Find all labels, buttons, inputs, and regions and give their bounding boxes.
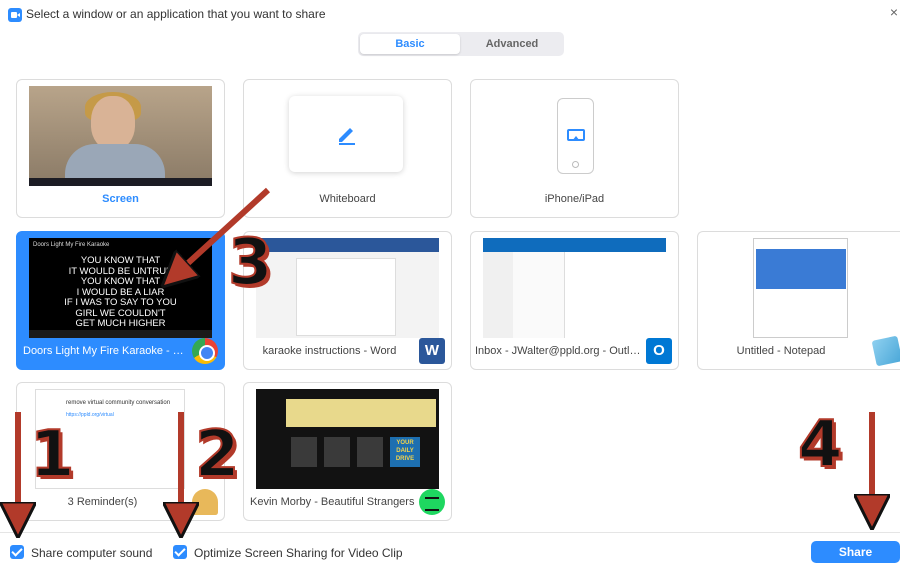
annotation-arrows (0, 187, 900, 567)
annotation-4: 4 (797, 407, 844, 483)
annotation-3: 3 (227, 225, 274, 301)
annotation-1: 1 (29, 417, 76, 493)
annotation-2: 2 (194, 417, 241, 493)
